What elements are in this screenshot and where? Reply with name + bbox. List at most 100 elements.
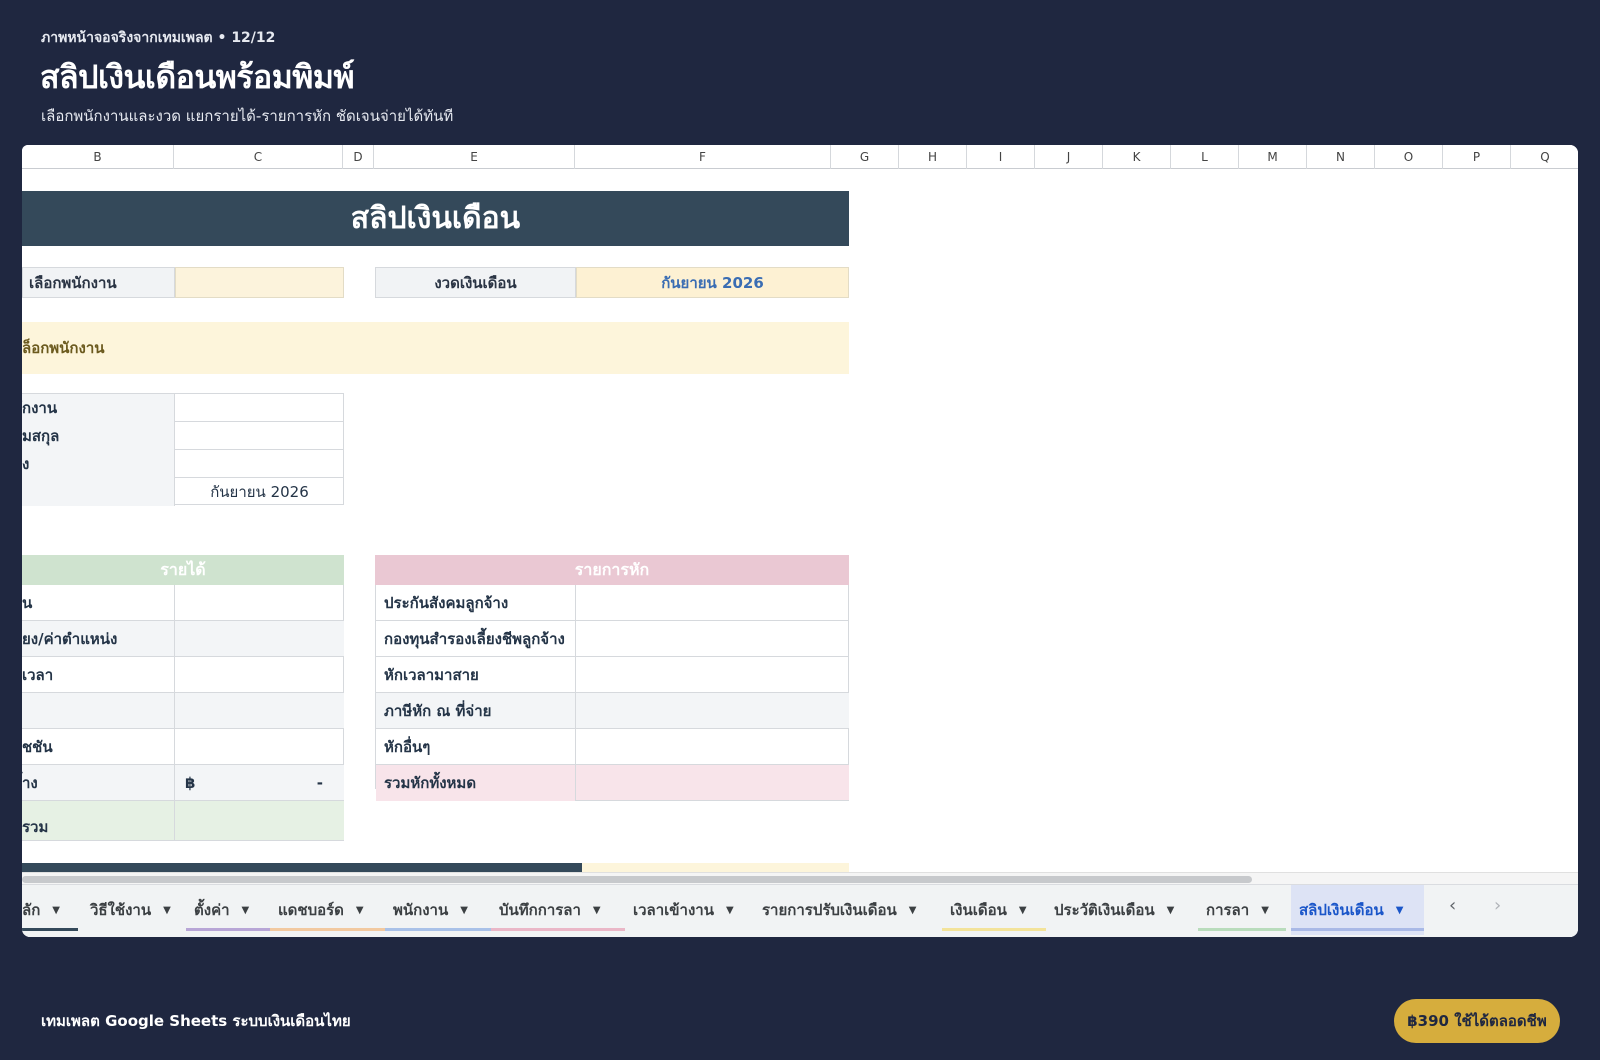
sheet-tab[interactable]: วิธีใช้งาน ▼ (82, 885, 185, 935)
tab-label: รายการปรับเงินเดือน (762, 901, 897, 919)
select-employee-label: เลือกพนักงาน (22, 267, 175, 298)
tab-label: แดชบอร์ด (278, 901, 344, 919)
tab-menu-icon[interactable]: ▼ (163, 905, 171, 916)
column-header[interactable]: M (1239, 145, 1307, 169)
sheet-tab[interactable]: ตั้งค่า ▼ (186, 885, 270, 935)
column-header[interactable]: B (22, 145, 174, 169)
sheet-tab[interactable]: บันทึกการลา ▼ (491, 885, 625, 935)
deduction-value[interactable] (576, 693, 849, 729)
deduction-label: กองทุนสำรองเลี้ยงชีพลูกจ้าง (376, 621, 576, 657)
deduction-label: ภาษีหัก ณ ที่จ่าย (376, 693, 576, 729)
tab-menu-icon[interactable]: ▼ (593, 905, 601, 916)
tab-color-indicator (491, 928, 625, 931)
tab-label: วิธีใช้งาน (90, 901, 152, 919)
tab-color-indicator (186, 928, 270, 931)
scrollbar-thumb[interactable] (22, 876, 1252, 883)
column-header[interactable]: L (1171, 145, 1239, 169)
tab-menu-icon[interactable]: ▼ (460, 905, 468, 916)
sheet-tab-active[interactable]: สลิปเงินเดือน ▼ (1291, 885, 1424, 935)
tab-menu-icon[interactable]: ▼ (1261, 905, 1269, 916)
price-button[interactable]: ฿390 ใช้ได้ตลอดชีพ (1394, 999, 1560, 1043)
column-header[interactable]: G (831, 145, 899, 169)
income-row: น (22, 585, 344, 621)
column-header-row: B C D E F G H I J K L M N O P Q (22, 145, 1578, 169)
info-value[interactable] (175, 422, 344, 450)
column-header[interactable]: J (1035, 145, 1103, 169)
info-row: ักงาน (22, 394, 344, 422)
spreadsheet-window: B C D E F G H I J K L M N O P Q สลิปเงิน… (22, 145, 1578, 937)
pay-period-label: งวดเงินเดือน (375, 267, 576, 298)
deduction-value[interactable] (576, 585, 849, 621)
sheet-tab[interactable]: เงินเดือน ▼ (942, 885, 1046, 935)
info-key: ง (22, 450, 175, 478)
column-header[interactable]: K (1103, 145, 1171, 169)
income-value[interactable] (175, 657, 344, 693)
chevron-right-icon[interactable]: › (1494, 895, 1501, 916)
income-label: น (22, 585, 175, 621)
column-header[interactable]: Q (1511, 145, 1578, 169)
column-header[interactable]: O (1375, 145, 1443, 169)
income-total-value[interactable] (175, 801, 344, 841)
deduction-label: ประกันสังคมลูกจ้าง (376, 585, 576, 621)
income-value[interactable] (175, 621, 344, 657)
tab-menu-icon[interactable]: ▼ (1167, 905, 1175, 916)
deduction-value[interactable] (576, 621, 849, 657)
info-value[interactable] (175, 450, 344, 478)
income-header: รายได้ (22, 555, 344, 585)
info-value[interactable]: กันยายน 2026 (175, 478, 344, 506)
sheet-tab[interactable]: การลา ▼ (1198, 885, 1286, 935)
deduction-total-value[interactable] (576, 765, 849, 801)
column-header[interactable]: D (343, 145, 374, 169)
tab-color-indicator (385, 928, 491, 931)
income-value[interactable] (175, 693, 344, 729)
employee-info-table: ักงาน มสกุล ง กันยายน 2026 (22, 393, 344, 506)
tab-label: ประวัติเงินเดือน (1054, 901, 1155, 919)
tab-color-indicator (942, 928, 1046, 931)
income-value[interactable] (175, 729, 344, 765)
column-header[interactable]: I (967, 145, 1035, 169)
employee-select-dropdown[interactable] (175, 267, 344, 298)
tab-menu-icon[interactable]: ▼ (1396, 905, 1404, 916)
deductions-header: รายการหัก (375, 555, 849, 585)
deduction-value[interactable] (576, 729, 849, 765)
tab-menu-icon[interactable]: ▼ (356, 905, 364, 916)
info-key (22, 478, 175, 506)
deductions-table: ประกันสังคมลูกจ้าง กองทุนสำรองเลี้ยงชีพล… (375, 585, 849, 801)
income-label (22, 693, 175, 729)
tab-menu-icon[interactable]: ▼ (242, 905, 250, 916)
income-label: เวลา (22, 657, 175, 693)
column-header[interactable]: C (174, 145, 343, 169)
income-value[interactable] (175, 585, 344, 621)
column-header[interactable]: F (575, 145, 831, 169)
income-label: ชชัน (22, 729, 175, 765)
page-title: สลิปเงินเดือนพร้อมพิมพ์ (40, 58, 355, 96)
column-header[interactable]: H (899, 145, 967, 169)
chevron-left-icon[interactable]: ‹ (1449, 895, 1456, 916)
sheet-tab[interactable]: แดชบอร์ด ▼ (270, 885, 385, 935)
sheet-tab[interactable]: พนักงาน ▼ (385, 885, 491, 935)
column-header[interactable]: N (1307, 145, 1375, 169)
info-value[interactable] (175, 394, 344, 422)
income-row: ชชัน (22, 729, 344, 765)
deduction-value[interactable] (576, 657, 849, 693)
info-row: ง (22, 450, 344, 478)
sheet-tab[interactable]: ลัก ▼ (22, 885, 78, 935)
sheet-tab[interactable]: รายการปรับเงินเดือน ▼ (754, 885, 938, 935)
payslip-banner: สลิปเงินเดือน (22, 191, 849, 246)
tab-menu-icon[interactable]: ▼ (909, 905, 917, 916)
column-header[interactable]: E (374, 145, 575, 169)
income-value[interactable]: - (205, 765, 323, 801)
tab-menu-icon[interactable]: ▼ (52, 905, 60, 916)
sheet-tab[interactable]: ประวัติเงินเดือน ▼ (1046, 885, 1198, 935)
subtitle: เลือกพนักงานและงวด แยกรายได้-รายการหัก ช… (41, 107, 454, 125)
deduction-total-row: รวมหักทั้งหมด (376, 765, 849, 801)
column-header[interactable]: P (1443, 145, 1511, 169)
pay-period-dropdown[interactable]: กันยายน 2026 (576, 267, 849, 298)
deduction-label: หักอื่นๆ (376, 729, 576, 765)
tab-menu-icon[interactable]: ▼ (1019, 905, 1027, 916)
deduction-row: ประกันสังคมลูกจ้าง (376, 585, 849, 621)
tab-menu-icon[interactable]: ▼ (726, 905, 734, 916)
sheet-tab[interactable]: เวลาเข้างาน ▼ (625, 885, 754, 935)
tab-color-indicator (1291, 928, 1424, 931)
horizontal-scrollbar[interactable] (22, 872, 1578, 884)
